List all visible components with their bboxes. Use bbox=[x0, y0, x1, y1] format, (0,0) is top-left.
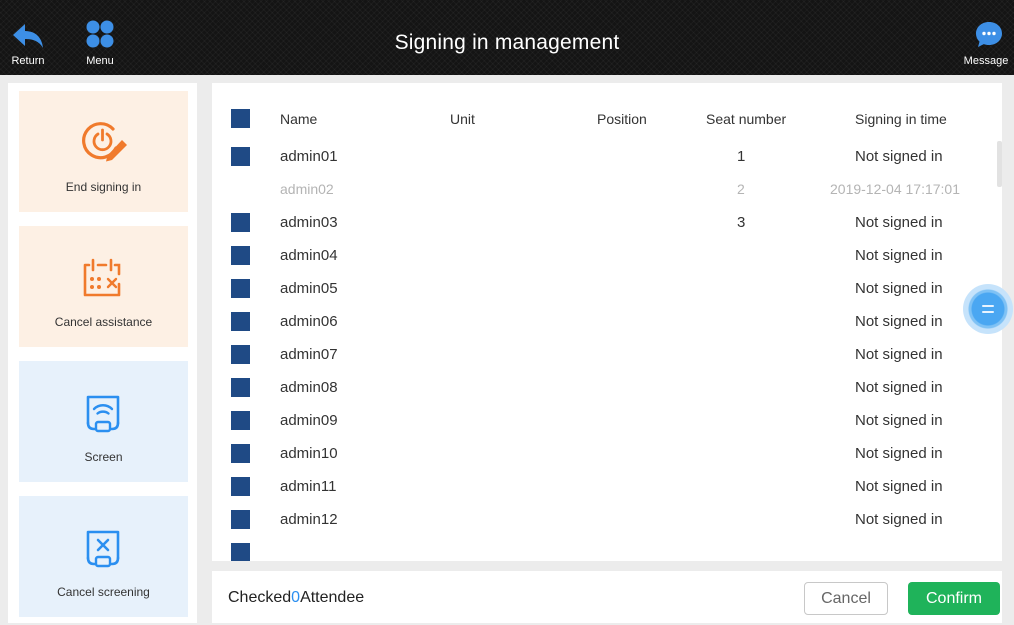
cell-name: admin10 bbox=[280, 445, 338, 462]
table-row[interactable]: admin07 Not signed in bbox=[212, 345, 1002, 378]
floating-menu-button[interactable] bbox=[963, 284, 1013, 334]
cell-signing-in-time: Not signed in bbox=[855, 313, 943, 330]
row-checkbox[interactable] bbox=[231, 279, 250, 298]
table-row[interactable]: admin02 2 2019-12-04 17:17:01 bbox=[212, 180, 1002, 213]
screen-label: Screen bbox=[84, 450, 123, 464]
cell-signing-in-time: Not signed in bbox=[855, 511, 943, 528]
row-checkbox[interactable] bbox=[231, 510, 250, 529]
power-pen-icon bbox=[82, 122, 127, 162]
message-button[interactable]: Message bbox=[962, 0, 1014, 75]
column-header-seat-number: Seat number bbox=[706, 111, 787, 127]
table-row[interactable]: admin06 Not signed in bbox=[212, 312, 1002, 345]
column-header-unit: Unit bbox=[450, 111, 475, 127]
cell-name: admin01 bbox=[280, 148, 338, 165]
cell-seat-number: 1 bbox=[737, 148, 746, 165]
cell-name: admin03 bbox=[280, 214, 338, 231]
cancel-assistance-label: Cancel assistance bbox=[54, 315, 153, 329]
checked-count: 0 bbox=[291, 589, 301, 606]
row-checkbox[interactable] bbox=[231, 444, 250, 463]
column-header-signing-in-time: Signing in time bbox=[855, 111, 947, 127]
checked-summary: Checked0Attendee bbox=[228, 589, 364, 607]
cell-signing-in-time: Not signed in bbox=[855, 412, 943, 429]
footer-bar: Checked0Attendee Cancel Confirm bbox=[212, 571, 1002, 623]
table-row[interactable]: admin08 Not signed in bbox=[212, 378, 1002, 411]
cell-signing-in-time: Not signed in bbox=[855, 445, 943, 462]
calendar-cancel-icon bbox=[83, 258, 121, 297]
table-row[interactable]: admin11 Not signed in bbox=[212, 477, 1002, 510]
cell-signing-in-time: Not signed in bbox=[855, 280, 943, 297]
table-row[interactable]: admin03 3 Not signed in bbox=[212, 213, 1002, 246]
cell-name: admin08 bbox=[280, 379, 338, 396]
cell-signing-in-time: Not signed in bbox=[855, 379, 943, 396]
cell-signing-in-time: Not signed in bbox=[855, 148, 943, 165]
cell-name: admin07 bbox=[280, 346, 338, 363]
checked-suffix: Attendee bbox=[300, 589, 365, 606]
cell-name: admin04 bbox=[280, 247, 338, 264]
table-row[interactable]: admin12 Not signed in bbox=[212, 510, 1002, 543]
screen-cast-icon bbox=[86, 395, 120, 433]
return-label: Return bbox=[11, 55, 45, 67]
cancel-screening-label: Cancel screening bbox=[57, 585, 150, 599]
cancel-assistance-button[interactable]: Cancel assistance bbox=[19, 226, 188, 347]
menu-label: Menu bbox=[86, 55, 114, 67]
checked-prefix: Checked bbox=[228, 589, 292, 606]
row-checkbox[interactable] bbox=[231, 411, 250, 430]
end-signing-in-button[interactable]: End signing in bbox=[19, 91, 188, 212]
cell-name: admin05 bbox=[280, 280, 338, 297]
cell-signing-in-time: Not signed in bbox=[855, 247, 943, 264]
cell-signing-in-time: 2019-12-04 17:17:01 bbox=[830, 181, 960, 197]
select-all-checkbox[interactable] bbox=[231, 109, 250, 128]
sidebar: End signing in Cancel assistance Screen bbox=[8, 83, 197, 623]
cell-signing-in-time: Not signed in bbox=[855, 478, 943, 495]
row-checkbox[interactable] bbox=[231, 378, 250, 397]
cell-seat-number: 2 bbox=[737, 181, 745, 197]
row-checkbox[interactable] bbox=[231, 345, 250, 364]
table-row[interactable]: admin09 Not signed in bbox=[212, 411, 1002, 444]
cell-name: admin12 bbox=[280, 511, 338, 528]
page-title: Signing in management bbox=[394, 31, 620, 54]
cell-signing-in-time: Not signed in bbox=[855, 214, 943, 231]
screen-cancel-icon bbox=[86, 530, 120, 568]
confirm-button[interactable]: Confirm bbox=[908, 582, 1000, 615]
cell-signing-in-time: Not signed in bbox=[855, 346, 943, 363]
row-checkbox[interactable] bbox=[231, 213, 250, 232]
table-row[interactable]: admin01 1 Not signed in bbox=[212, 147, 1002, 180]
cell-name: admin09 bbox=[280, 412, 338, 429]
table-row[interactable]: admin10 Not signed in bbox=[212, 444, 1002, 477]
end-signing-in-label: End signing in bbox=[65, 180, 142, 194]
cell-name: admin06 bbox=[280, 313, 338, 330]
table-row[interactable]: admin05 Not signed in bbox=[212, 279, 1002, 312]
cancel-screening-button[interactable]: Cancel screening bbox=[19, 496, 188, 617]
attendee-table: Name Unit Position Seat number Signing i… bbox=[212, 83, 1002, 561]
row-checkbox[interactable] bbox=[231, 477, 250, 496]
cell-seat-number: 3 bbox=[737, 214, 746, 231]
row-checkbox[interactable] bbox=[231, 246, 250, 265]
cell-name: admin11 bbox=[280, 478, 337, 495]
row-checkbox[interactable] bbox=[231, 543, 250, 561]
screen-button[interactable]: Screen bbox=[19, 361, 188, 482]
cancel-button[interactable]: Cancel bbox=[804, 582, 888, 615]
cell-name: admin02 bbox=[280, 181, 334, 197]
top-bar: Return Menu Signing in management Messag… bbox=[0, 0, 1014, 75]
column-header-name: Name bbox=[280, 111, 318, 127]
table-row[interactable]: admin04 Not signed in bbox=[212, 246, 1002, 279]
table-scrollbar[interactable] bbox=[997, 141, 1002, 187]
column-header-position: Position bbox=[597, 111, 647, 127]
row-checkbox[interactable] bbox=[231, 147, 250, 166]
row-checkbox[interactable] bbox=[231, 312, 250, 331]
message-label: Message bbox=[963, 55, 1009, 67]
message-bubble-icon bbox=[976, 22, 1002, 47]
